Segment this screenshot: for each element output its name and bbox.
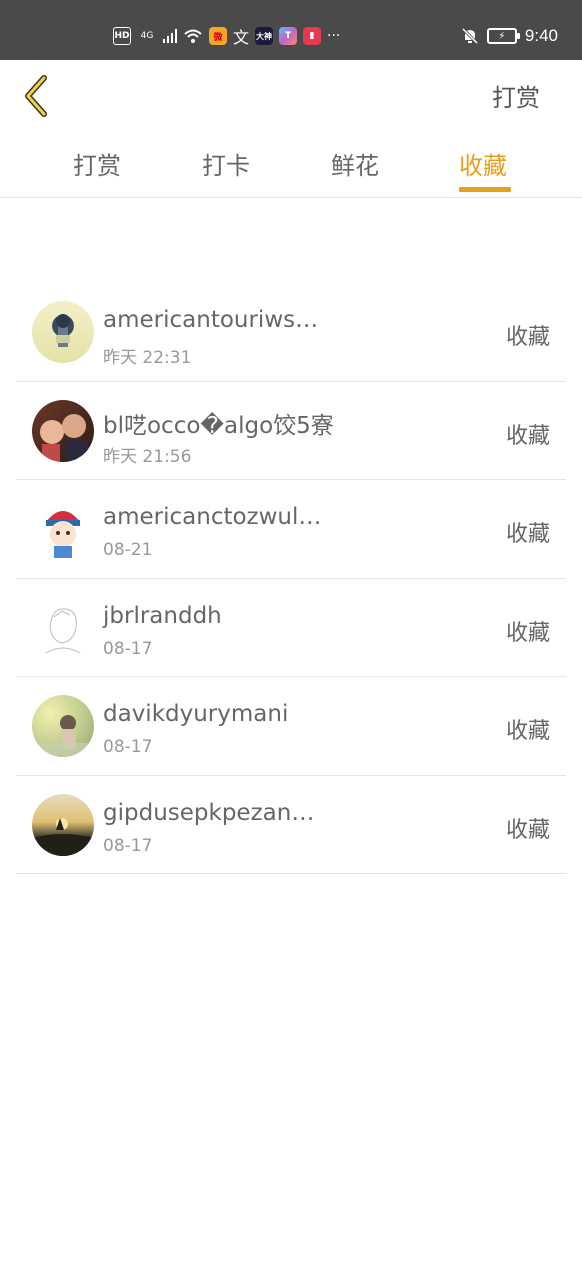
- action-label: 收藏: [505, 620, 550, 646]
- list-item[interactable]: americanctozwul… 08-21 收藏: [16, 480, 566, 579]
- avatar: [32, 498, 94, 560]
- wifi-icon: [183, 27, 203, 45]
- tab-bar: 打赏 打卡 鲜花 收藏: [0, 132, 582, 198]
- status-bar: HD 4G 微 文 大神 T ▮ ··· ⚡ 9:40: [0, 0, 582, 60]
- action-label: 收藏: [505, 423, 550, 449]
- tab-checkin[interactable]: 打卡: [181, 146, 271, 196]
- chevron-left-icon: [25, 75, 47, 117]
- action-label: 收藏: [505, 522, 550, 547]
- favorite-time: 08-21: [103, 540, 153, 560]
- back-button[interactable]: [20, 74, 56, 118]
- tab-label: 鲜花: [331, 152, 379, 180]
- weibo-icon: 微: [209, 27, 227, 45]
- avatar: [32, 596, 94, 659]
- more-icon: ···: [327, 28, 341, 44]
- favorite-time: 昨天 21:56: [103, 446, 192, 467]
- favorites-list: americantouriws… 昨天 22:31 收藏 bl呓occo�alg…: [16, 283, 566, 874]
- user-name: americanctozwul…: [103, 504, 322, 530]
- user-name: bl呓occo�algo饺5寮: [103, 412, 334, 439]
- active-tab-indicator: [459, 187, 511, 192]
- action-label: 收藏: [505, 817, 550, 843]
- dashen-app-icon: 大神: [255, 27, 274, 45]
- favorite-time: 08-17: [103, 737, 153, 757]
- reward-button[interactable]: 打赏: [492, 78, 540, 113]
- tab-label: 打赏: [73, 152, 121, 180]
- list-item[interactable]: bl呓occo�algo饺5寮 昨天 21:56 收藏: [16, 382, 566, 480]
- favorite-time: 08-17: [103, 835, 153, 856]
- hd-icon: HD: [113, 27, 131, 45]
- app-icon: T: [279, 27, 298, 45]
- list-item[interactable]: jbrlranddh 08-17 收藏: [16, 579, 566, 677]
- user-name: americantouriws…: [103, 307, 319, 333]
- list-item[interactable]: gipdusepkpezan… 08-17 收藏: [16, 776, 566, 874]
- favorite-time: 昨天 22:31: [103, 348, 192, 368]
- status-icons: HD 4G 微 文 大神 T ▮ ···: [113, 24, 340, 48]
- battery-icon: ⚡: [486, 28, 520, 44]
- network-type-icon: 4G: [140, 31, 154, 41]
- mute-bell-icon: [461, 27, 479, 45]
- tab-label: 打卡: [202, 152, 250, 180]
- user-name: jbrlranddh: [103, 602, 222, 629]
- avatar: [32, 399, 94, 462]
- list-item[interactable]: americantouriws… 昨天 22:31 收藏: [16, 283, 566, 382]
- avatar: [32, 695, 94, 757]
- reader-app-icon: ▮: [303, 27, 322, 45]
- tab-flowers[interactable]: 鲜花: [310, 146, 400, 196]
- translate-icon: 文: [233, 28, 250, 47]
- action-label: 收藏: [505, 325, 550, 350]
- tab-reward[interactable]: 打赏: [52, 146, 142, 196]
- status-time: 9:40: [524, 26, 558, 45]
- signal-icon: [163, 27, 177, 45]
- avatar: [32, 793, 94, 856]
- user-name: gipdusepkpezan…: [103, 799, 315, 826]
- tab-label: 收藏: [459, 152, 507, 180]
- action-label: 收藏: [505, 719, 550, 744]
- favorite-time: 08-17: [103, 638, 153, 659]
- user-name: davikdyurymani: [103, 701, 289, 727]
- list-item[interactable]: davikdyurymani 08-17 收藏: [16, 677, 566, 776]
- avatar: [32, 301, 94, 363]
- header: 打赏: [0, 60, 582, 132]
- status-right: ⚡ 9:40: [461, 24, 558, 48]
- tab-favorites[interactable]: 收藏: [438, 146, 528, 196]
